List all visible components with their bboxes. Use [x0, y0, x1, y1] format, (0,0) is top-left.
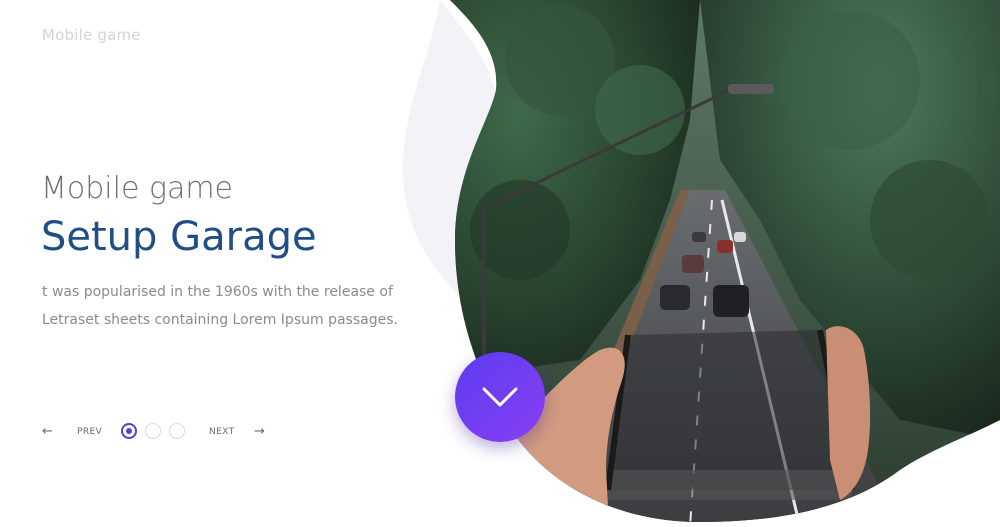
- hero-subtitle: Mobile game: [41, 171, 234, 206]
- hero-title: Setup Garage: [41, 214, 317, 260]
- slide-dot-3[interactable]: [169, 423, 185, 439]
- slide-dot-2[interactable]: [145, 423, 161, 439]
- prev-button[interactable]: PREV: [77, 427, 102, 437]
- chevron-down-icon: [482, 387, 518, 407]
- arrow-right-icon[interactable]: →: [254, 424, 265, 439]
- landing-page: Mobile game Mobile game Setup Garage t w…: [0, 0, 1000, 527]
- hero-artwork: [402, 0, 1000, 522]
- hero-description-line: t was popularised in the 1960s with the …: [42, 284, 393, 300]
- hero-description: t was popularised in the 1960s with the …: [42, 278, 402, 334]
- scroll-down-button[interactable]: [455, 352, 545, 442]
- brand-logo[interactable]: Mobile game: [42, 26, 141, 44]
- slider-pager: ← PREV NEXT →: [40, 420, 280, 446]
- slide-dot-1[interactable]: [121, 423, 137, 439]
- arrow-left-icon[interactable]: ←: [42, 424, 53, 439]
- hero-description-line: Letraset sheets containing Lorem Ipsum p…: [42, 312, 398, 328]
- next-button[interactable]: NEXT: [209, 427, 235, 437]
- road-photo: [450, 0, 1000, 522]
